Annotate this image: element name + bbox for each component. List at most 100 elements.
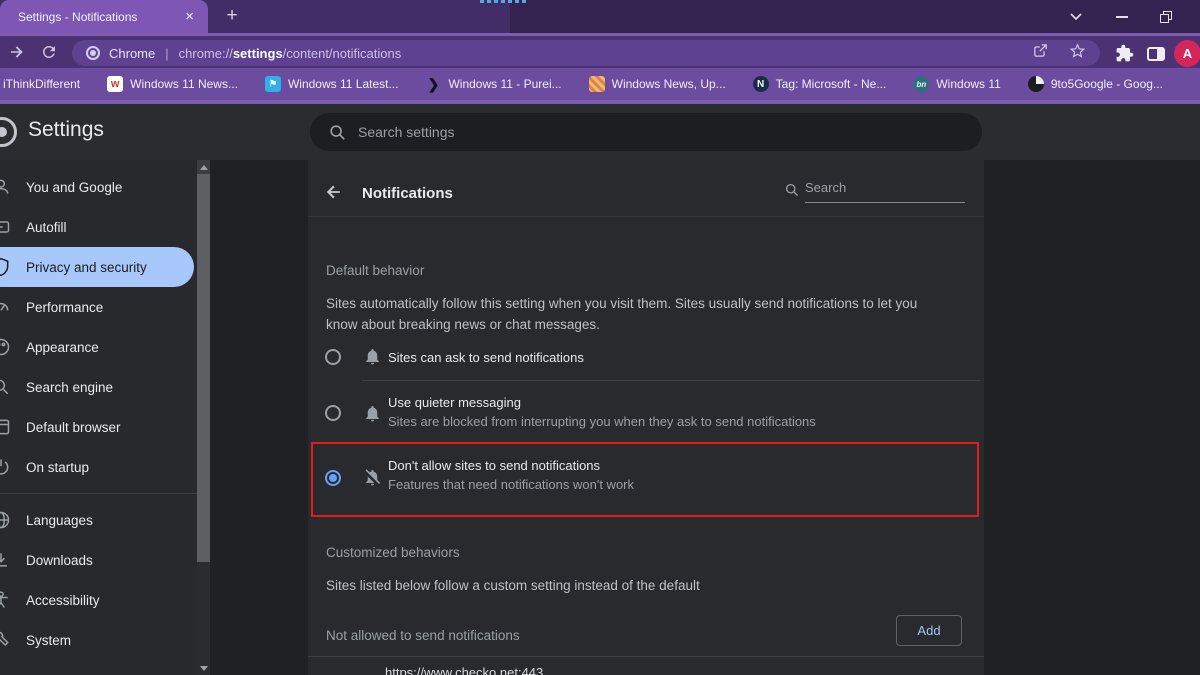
bookmark-item[interactable]: w Windows 11 News... (107, 76, 238, 92)
sidebar-item-search-engine[interactable]: Search engine (0, 367, 197, 407)
forward-icon[interactable] (8, 43, 26, 61)
bell-icon (363, 404, 382, 423)
add-button[interactable]: Add (896, 615, 962, 646)
magnifier-icon (0, 377, 11, 397)
chrome-logo-icon (86, 46, 100, 60)
sidebar-item-privacy-and-security[interactable]: Privacy and security (0, 247, 194, 287)
radio-option-quieter[interactable]: Use quieter messaging Sites are blocked … (308, 388, 984, 442)
tab-strip: Settings - Notifications × + (0, 0, 1200, 33)
sidebar-item-autofill[interactable]: Autofill (0, 207, 197, 247)
back-arrow-icon[interactable] (324, 182, 344, 202)
url-text: chrome://settings/content/notifications (179, 46, 1022, 61)
scrollbar-thumb[interactable] (197, 174, 210, 562)
bookmark-item[interactable]: bn Windows 11 (913, 76, 1000, 92)
bookmark-favicon: bn (913, 76, 929, 92)
bookmark-item[interactable]: Windows News, Up... (589, 76, 726, 92)
page-search-input[interactable] (805, 180, 965, 203)
url-host: settings (233, 46, 283, 61)
tab-search-chevron-icon[interactable] (1062, 0, 1090, 33)
default-behavior-heading: Default behavior (326, 263, 424, 278)
accessibility-icon (0, 590, 11, 610)
scrollbar-up-arrow[interactable] (197, 160, 210, 174)
sidebar-item-system[interactable]: System (0, 620, 197, 660)
share-icon[interactable] (1032, 42, 1049, 64)
restore-button[interactable] (1152, 0, 1180, 33)
side-panel-icon[interactable] (1142, 36, 1170, 71)
radio-option-dont-allow[interactable]: Don't allow sites to send notifications … (313, 444, 977, 515)
notifications-panel: Notifications Default behavior Sites aut… (308, 160, 984, 675)
bookmark-favicon (1028, 76, 1044, 92)
sidebar-item-appearance[interactable]: Appearance (0, 327, 197, 367)
settings-search-bar[interactable] (310, 113, 982, 151)
settings-main-area: Notifications Default behavior Sites aut… (210, 160, 1200, 675)
page-title: Notifications (362, 185, 453, 202)
radio-unselected[interactable] (325, 405, 341, 421)
bookmark-favicon: ⚑ (265, 76, 281, 92)
browser-window: Settings - Notifications × + Chrome | ch… (0, 0, 1200, 675)
page-search-field[interactable] (784, 180, 966, 203)
search-engine-label: Chrome (109, 46, 155, 61)
sidebar-item-default-browser[interactable]: Default browser (0, 407, 197, 447)
annotation-red-box: Don't allow sites to send notifications … (311, 442, 979, 517)
list-divider (308, 656, 984, 657)
browser-tab[interactable]: Settings - Notifications × (0, 0, 208, 33)
person-icon (0, 177, 11, 197)
browser-window-icon (0, 417, 11, 437)
option-divider (362, 380, 980, 381)
customized-behaviors-heading: Customized behaviors (326, 545, 460, 560)
customized-behaviors-description: Sites listed below follow a custom setti… (326, 576, 948, 597)
bookmark-item[interactable]: ⚑ Windows 11 Latest... (265, 76, 399, 92)
vertical-scrollbar[interactable] (197, 160, 210, 675)
bookmark-item[interactable]: N Tag: Microsoft - Ne... (753, 76, 887, 92)
settings-sidebar: You and Google Autofill Privacy and secu… (0, 160, 197, 675)
settings-app-title: Settings (28, 118, 104, 142)
minimize-button[interactable] (1108, 0, 1136, 33)
bookmark-favicon: ❯ (425, 76, 441, 92)
radio-option-ask[interactable]: Sites can ask to send notifications (308, 338, 984, 374)
sidebar-item-on-startup[interactable]: On startup (0, 447, 197, 487)
globe-icon (0, 510, 11, 530)
sidebar-item-downloads[interactable]: Downloads (0, 540, 197, 580)
new-tab-button[interactable]: + (221, 5, 243, 27)
loading-indicator (480, 0, 528, 3)
radio-selected[interactable] (325, 470, 341, 486)
download-icon (0, 550, 11, 570)
bell-icon (363, 347, 382, 366)
bookmark-item[interactable]: ❯ Windows 11 - Purei... (425, 76, 561, 92)
tab-strip-shade (510, 0, 1200, 33)
palette-icon (0, 337, 11, 357)
bell-off-icon (363, 468, 382, 487)
blocked-site-url[interactable]: https://www.checko.net:443 (385, 665, 543, 675)
sidebar-item-languages[interactable]: Languages (0, 500, 197, 540)
radio-unselected[interactable] (325, 349, 341, 365)
browser-toolbar: Chrome | chrome://settings/content/notif… (0, 33, 1200, 68)
settings-search-input[interactable] (358, 124, 858, 140)
sidebar-item-you-and-google[interactable]: You and Google (0, 167, 197, 207)
extensions-icon[interactable] (1110, 36, 1138, 71)
profile-avatar[interactable]: A (1174, 40, 1200, 67)
omnibox-separator: | (165, 46, 168, 61)
url-path: /content/notifications (283, 46, 402, 61)
tab-close-icon[interactable]: × (183, 9, 196, 24)
bookmark-favicon: N (753, 76, 769, 92)
bookmarks-bar: iThinkDifferent w Windows 11 News... ⚑ W… (0, 68, 1200, 100)
power-icon (0, 457, 11, 477)
default-behavior-description: Sites automatically follow this setting … (326, 294, 948, 335)
wrench-icon (0, 630, 11, 650)
speedometer-icon (0, 297, 11, 317)
bookmark-item[interactable]: iThinkDifferent (3, 77, 80, 91)
header-divider (308, 216, 984, 217)
settings-header: Settings (0, 104, 1200, 160)
search-icon (328, 123, 346, 141)
tab-title: Settings - Notifications (18, 10, 183, 24)
chrome-settings-logo-icon (0, 117, 17, 147)
bookmark-item[interactable]: 9to5Google - Goog... (1028, 76, 1163, 92)
url-scheme: chrome:// (179, 46, 233, 61)
sidebar-item-accessibility[interactable]: Accessibility (0, 580, 197, 620)
autofill-icon (0, 217, 11, 237)
address-bar[interactable]: Chrome | chrome://settings/content/notif… (72, 40, 1100, 66)
sidebar-item-performance[interactable]: Performance (0, 287, 197, 327)
scrollbar-down-arrow[interactable] (197, 661, 210, 675)
bookmark-star-icon[interactable] (1069, 42, 1086, 64)
reload-icon[interactable] (40, 43, 58, 61)
